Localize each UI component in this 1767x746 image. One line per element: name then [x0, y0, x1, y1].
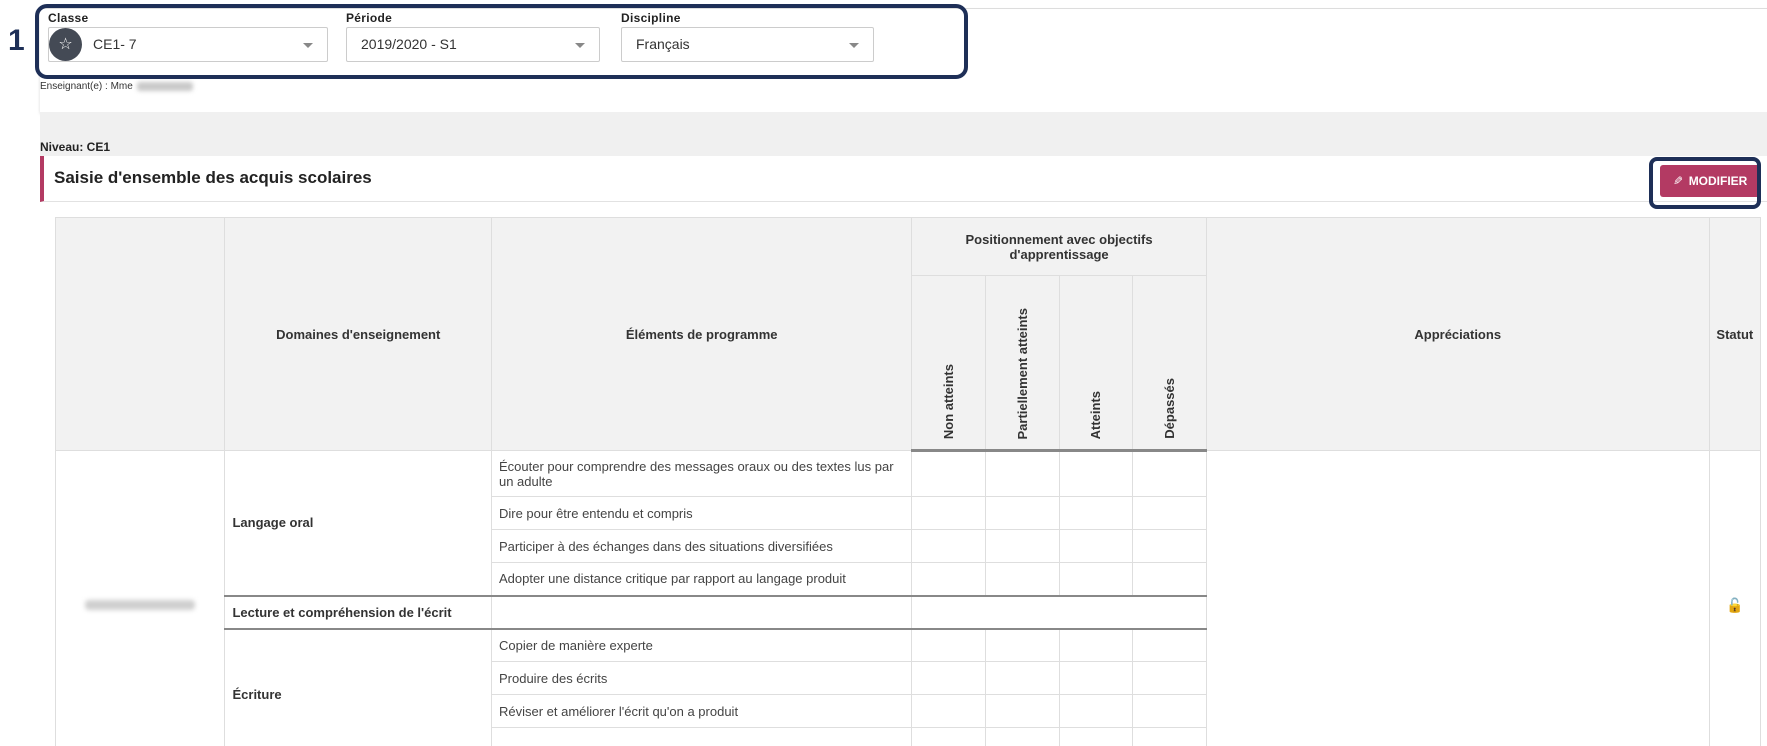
radio-cell[interactable]	[1058, 661, 1134, 695]
content-area: Niveau: CE1 Saisie d'ensemble des acquis…	[40, 112, 1767, 746]
acquis-panel: Saisie d'ensemble des acquis scolaires ✎…	[40, 156, 1767, 746]
radio-cell[interactable]	[1058, 562, 1134, 596]
radio-cell[interactable]	[1132, 627, 1207, 662]
domain-lecture: Lecture et compréhension de l'écrit	[224, 594, 492, 629]
radio-cell[interactable]	[1058, 727, 1134, 746]
radio-cell[interactable]	[1132, 562, 1207, 596]
radio-cell[interactable]	[911, 450, 986, 497]
radio-cell[interactable]	[1058, 450, 1134, 497]
unlocked-padlock-icon: 🔓	[1726, 597, 1744, 613]
radio-cell[interactable]	[1132, 529, 1207, 563]
radio-cell[interactable]	[1132, 496, 1207, 530]
student-cell	[54, 450, 226, 746]
radio-cell[interactable]	[1058, 496, 1134, 530]
element-cell-empty	[490, 594, 913, 629]
radio-cell-group	[911, 594, 1207, 629]
page: 1 2 Classe ☆ CE1- 7 Période 2019/2020 - …	[0, 0, 1767, 746]
radio-cell[interactable]	[984, 661, 1060, 695]
radio-cell[interactable]	[1058, 529, 1134, 563]
radio-cell[interactable]	[911, 694, 986, 728]
radio-cell[interactable]	[1058, 627, 1134, 662]
radio-cell[interactable]	[984, 627, 1060, 662]
callout-box-modifier	[1649, 157, 1761, 209]
radio-cell[interactable]	[984, 450, 1060, 497]
radio-cell[interactable]	[911, 627, 986, 662]
header-depasses: Dépassés	[1132, 275, 1207, 452]
radio-cell[interactable]	[911, 496, 986, 530]
callout-box-filters	[35, 4, 968, 79]
element-cell-empty	[490, 727, 913, 746]
panel-title: Saisie d'ensemble des acquis scolaires	[54, 168, 372, 187]
appreciation-cell[interactable]	[1205, 450, 1710, 746]
blurred-student-name	[85, 600, 196, 610]
radio-cell[interactable]	[911, 727, 986, 746]
callout-number-1: 1	[8, 24, 25, 57]
teacher-line: Enseignant(e) : Mme	[40, 81, 193, 92]
header-statut: Statut	[1708, 217, 1762, 451]
header-partiellement-atteints: Partiellement atteints	[984, 275, 1060, 452]
header-elements: Éléments de programme	[490, 217, 913, 451]
radio-cell[interactable]	[1132, 661, 1207, 695]
radio-cell[interactable]	[1132, 727, 1207, 746]
element-cell: Dire pour être entendu et compris	[490, 496, 913, 530]
element-cell: Produire des écrits	[490, 661, 913, 695]
header-positionnement: Positionnement avec objectifs d'apprenti…	[911, 217, 1207, 276]
table-row: Langage oral Écouter pour comprendre des…	[54, 450, 1762, 746]
radio-cell[interactable]	[984, 727, 1060, 746]
element-cell: Copier de manière experte	[490, 627, 913, 662]
acquis-table: Domaines d'enseignement Éléments de prog…	[54, 217, 1762, 746]
teacher-label: Enseignant(e) : Mme	[40, 81, 133, 92]
radio-cell[interactable]	[1058, 694, 1134, 728]
header-student	[54, 217, 226, 451]
blurred-teacher-name	[136, 81, 193, 91]
domain-langage-oral: Langage oral	[224, 450, 492, 596]
radio-cell[interactable]	[984, 496, 1060, 530]
radio-cell[interactable]	[984, 562, 1060, 596]
radio-cell[interactable]	[911, 562, 986, 596]
header-non-atteints: Non atteints	[911, 275, 986, 452]
radio-cell[interactable]	[911, 529, 986, 563]
radio-cell[interactable]	[911, 661, 986, 695]
radio-cell[interactable]	[1132, 694, 1207, 728]
panel-header: Saisie d'ensemble des acquis scolaires ✎…	[40, 156, 1767, 202]
element-cell: Écouter pour comprendre des messages ora…	[490, 450, 913, 497]
header-domaines: Domaines d'enseignement	[224, 217, 492, 451]
status-cell: 🔓	[1708, 450, 1762, 746]
radio-cell[interactable]	[984, 529, 1060, 563]
header-atteints: Atteints	[1058, 275, 1134, 452]
element-cell: Participer à des échanges dans des situa…	[490, 529, 913, 563]
radio-cell[interactable]	[1132, 450, 1207, 497]
radio-cell[interactable]	[984, 694, 1060, 728]
niveau-label: Niveau: CE1	[40, 140, 111, 154]
domain-ecriture: Écriture	[224, 627, 492, 746]
element-cell: Réviser et améliorer l'écrit qu'on a pro…	[490, 694, 913, 728]
header-appreciations: Appréciations	[1205, 217, 1710, 451]
element-cell: Adopter une distance critique par rappor…	[490, 562, 913, 596]
